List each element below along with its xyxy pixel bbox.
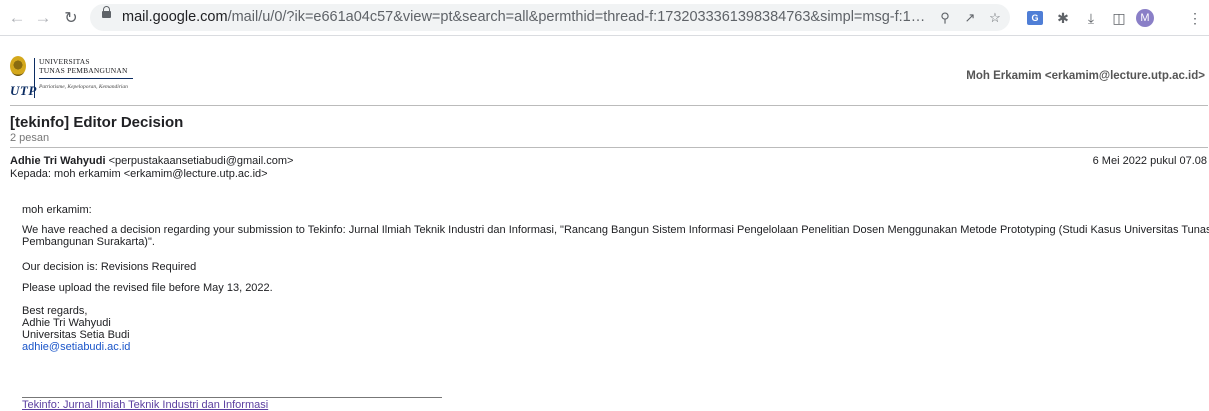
download-icon[interactable]: ⤓ [1080, 7, 1102, 29]
university-seal-icon [10, 56, 26, 76]
zoom-icon[interactable]: ⚲ [934, 7, 956, 29]
share-icon[interactable]: ↗ [959, 7, 981, 29]
greeting: moh erkamim: [22, 204, 92, 216]
decision-line: Our decision is: Revisions Required [22, 261, 197, 273]
journal-footer-link[interactable]: Tekinfo: Jurnal Ilmiah Teknik Industri d… [22, 399, 268, 411]
recipient-line: Kepada: moh erkamim <erkamim@lecture.utp… [10, 168, 268, 180]
signature-email-link[interactable]: adhie@setiabudi.ac.id [22, 341, 130, 354]
logo-abbreviation: UTP [10, 83, 37, 98]
thread-subject: [tekinfo] Editor Decision [10, 114, 184, 131]
sender-name: Adhie Tri Wahyudi [10, 155, 106, 167]
logo-tagline: Patriotisme, Kepeloporan, Kemandirian [39, 84, 128, 90]
lock-icon[interactable] [102, 6, 111, 18]
signature-name: Adhie Tri Wahyudi [22, 317, 111, 329]
back-arrow-icon[interactable]: ← [4, 0, 30, 35]
address-bar[interactable]: mail.google.com/mail/u/0/?ik=e661a04c57&… [90, 4, 1010, 31]
logo-rule [39, 78, 133, 79]
browser-toolbar: ← → ↻ mail.google.com/mail/u/0/?ik=e661a… [0, 0, 1209, 36]
message-date: 6 Mei 2022 pukul 07.08 [1092, 155, 1207, 167]
signature-closing: Best regards, [22, 305, 88, 317]
university-logo: UTP UNIVERSITAS TUNAS PEMBANGUNAN Patrio… [10, 56, 135, 101]
message-count: 2 pesan [10, 132, 50, 144]
reload-icon[interactable]: ↻ [58, 0, 84, 35]
signature-institution: Universitas Setia Budi [22, 329, 130, 341]
profile-avatar[interactable]: M [1134, 7, 1156, 29]
sender-email: <perpustakaansetiabudi@gmail.com> [108, 155, 294, 167]
extensions-puzzle-icon[interactable]: ✱ [1052, 7, 1074, 29]
logo-line2: TUNAS PEMBANGUNAN [39, 66, 128, 75]
side-panel-icon[interactable]: ◫ [1108, 7, 1130, 29]
header-divider [10, 105, 1208, 106]
upload-instruction: Please upload the revised file before Ma… [22, 282, 273, 294]
body-paragraph-line1: We have reached a decision regarding you… [22, 224, 1209, 236]
translate-extension-icon[interactable]: G [1024, 7, 1046, 29]
logo-line1: UNIVERSITAS [39, 57, 90, 66]
menu-icon[interactable]: ⋮ [1186, 7, 1204, 29]
forward-arrow-icon[interactable]: → [30, 0, 56, 35]
subject-divider [10, 147, 1208, 148]
url-text[interactable]: mail.google.com/mail/u/0/?ik=e661a04c57&… [122, 9, 930, 25]
body-paragraph-line2: Pembangunan Surakarta)". [22, 236, 155, 248]
footer-rule [22, 397, 442, 398]
sender-line: Adhie Tri Wahyudi <perpustakaansetiabudi… [10, 155, 293, 167]
bookmark-star-icon[interactable]: ☆ [984, 7, 1006, 29]
logo-divider [34, 58, 35, 98]
account-identity: Moh Erkamim <erkamim@lecture.utp.ac.id> [966, 70, 1205, 82]
